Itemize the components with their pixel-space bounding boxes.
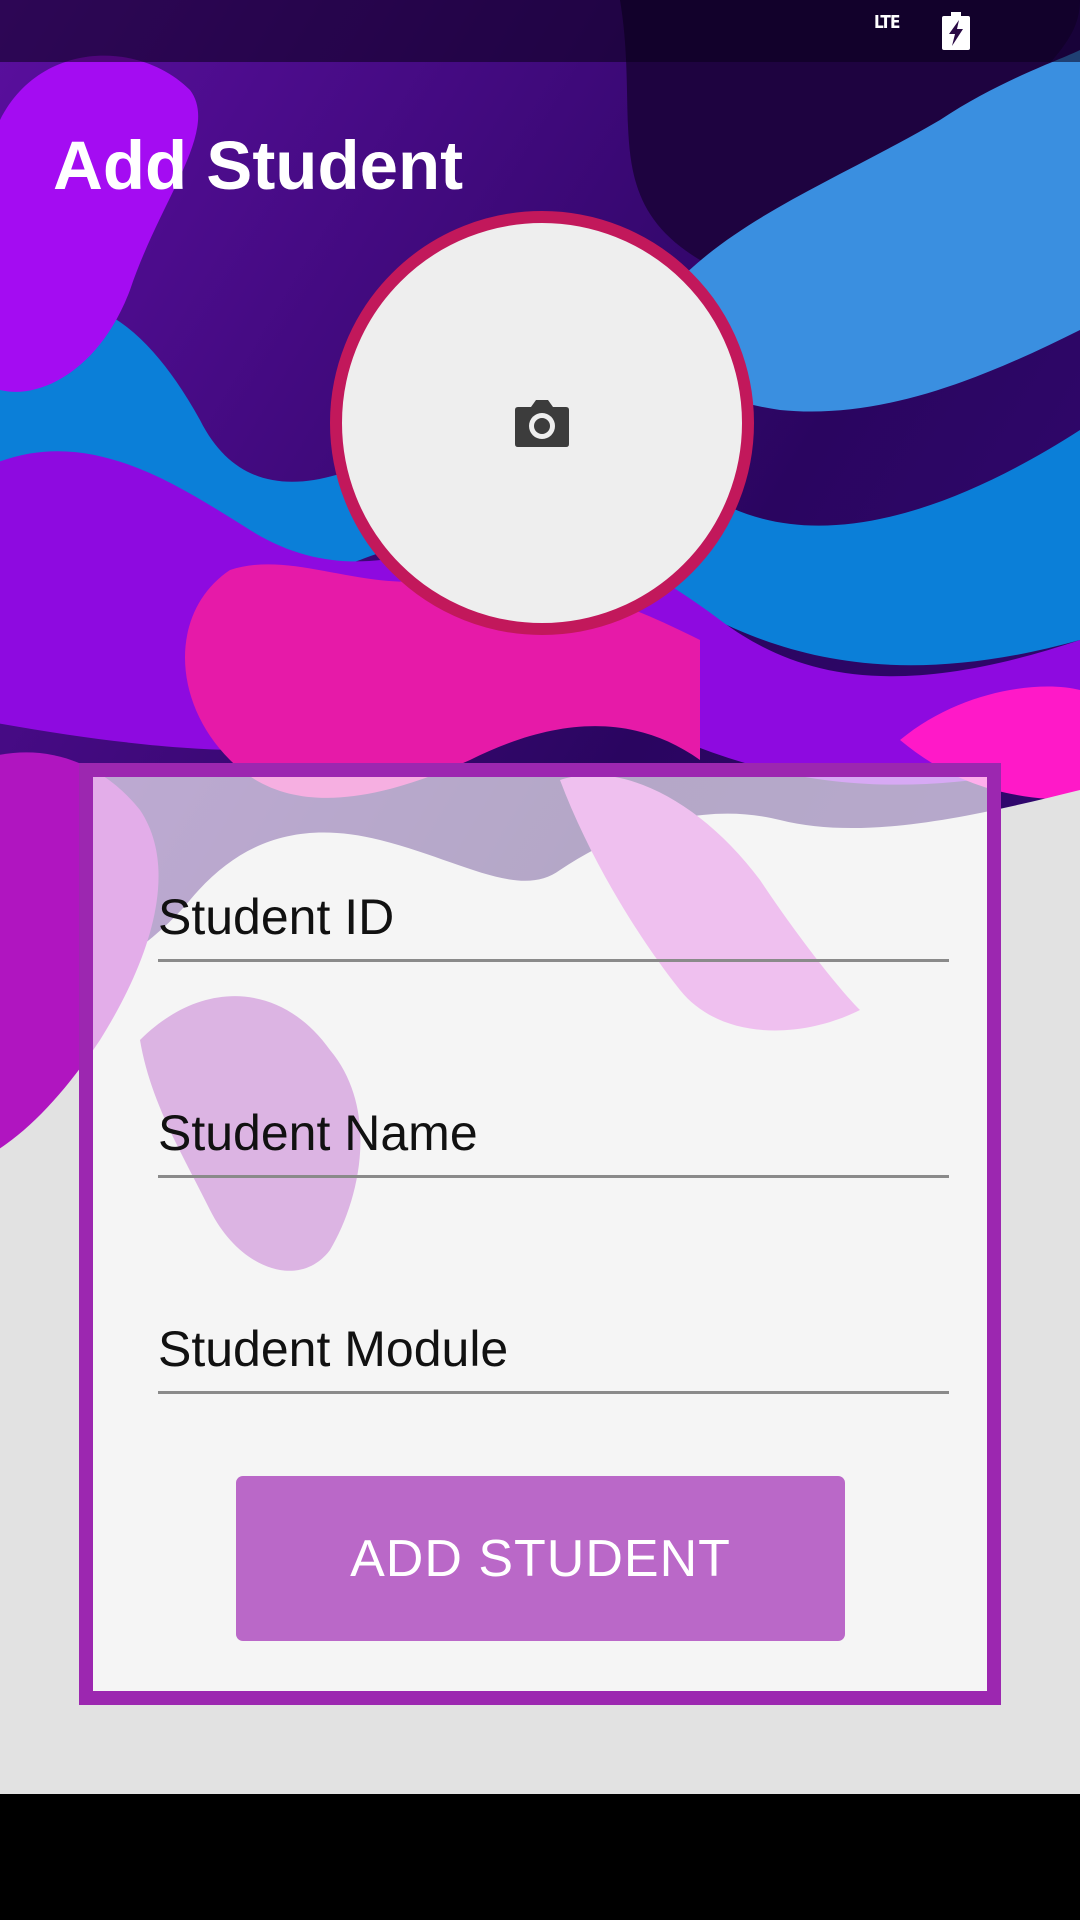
student-module-field[interactable] xyxy=(158,1310,949,1394)
network-indicator: LTE xyxy=(874,12,900,33)
student-photo-picker[interactable] xyxy=(330,211,754,635)
status-bar: LTE xyxy=(0,0,1080,62)
battery-charging-icon xyxy=(942,12,970,50)
page-title: Add Student xyxy=(53,127,464,204)
app-screen: LTE Add Student ADD STUDENT xyxy=(0,0,1080,1794)
student-id-field[interactable] xyxy=(158,878,949,962)
camera-icon xyxy=(515,400,569,447)
navigation-bar xyxy=(0,1794,1080,1920)
add-student-button[interactable]: ADD STUDENT xyxy=(236,1476,845,1641)
student-name-field[interactable] xyxy=(158,1094,949,1178)
student-form: ADD STUDENT xyxy=(79,763,1001,1705)
